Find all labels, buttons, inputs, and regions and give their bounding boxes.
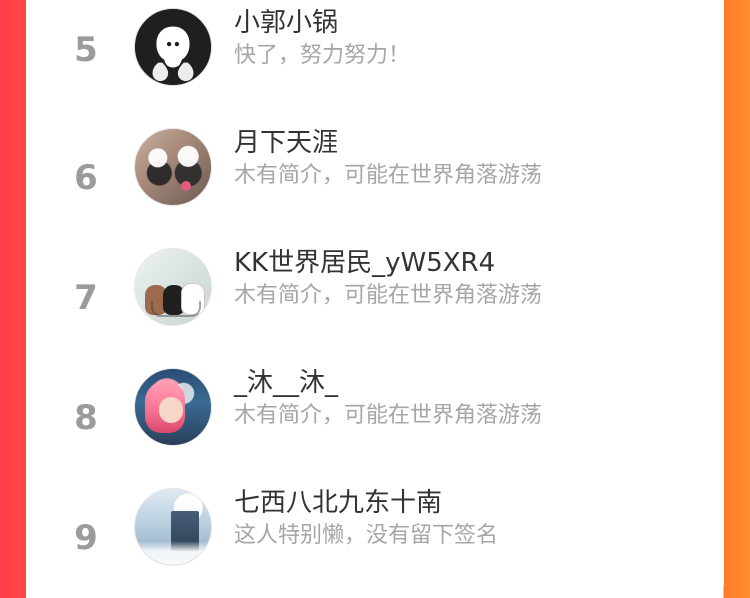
- rank-number: 8: [74, 398, 98, 438]
- user-avatar[interactable]: [134, 488, 212, 566]
- leaderboard-row[interactable]: 6 月下天涯 木有简介，可能在世界角落游荡: [26, 118, 724, 238]
- user-name[interactable]: KK世界居民_yW5XR4: [234, 248, 495, 278]
- user-bio: 快了，努力努力！: [234, 43, 411, 68]
- leaderboard-row[interactable]: 9 七西八北九东十南 这人特别懒，没有留下签名: [26, 478, 724, 598]
- user-name[interactable]: 月下天涯: [234, 128, 338, 158]
- rank-number: 7: [74, 278, 98, 318]
- cart-icon: [151, 301, 201, 317]
- user-name[interactable]: _沐__沐_: [234, 368, 338, 398]
- user-avatar[interactable]: [134, 8, 212, 86]
- user-name[interactable]: 小郭小锅: [234, 8, 338, 38]
- user-avatar[interactable]: [134, 368, 212, 446]
- leaderboard-row[interactable]: 7 KK世界居民_yW5XR4 木有简介，可能在世界角落游荡: [26, 238, 724, 358]
- user-bio: 木有简介，可能在世界角落游荡: [234, 283, 543, 308]
- anime-avatar-icon: [159, 397, 183, 423]
- user-bio: 木有简介，可能在世界角落游荡: [234, 163, 543, 188]
- leaderboard-row[interactable]: 5 小郭小锅 快了，努力努力！: [26, 0, 724, 118]
- user-bio: 这人特别懒，没有留下签名: [234, 523, 499, 548]
- dogs-avatar-icon: [181, 181, 191, 191]
- winter-avatar-icon: [135, 541, 211, 565]
- rank-number: 9: [74, 518, 98, 558]
- rank-number: 6: [74, 158, 98, 198]
- ghost-avatar-icon: [135, 9, 211, 85]
- leaderboard-card: 5 小郭小锅 快了，努力努力！ 6 月下天涯 木有简介，可能在世界角落游荡 7: [26, 0, 724, 585]
- user-bio: 木有简介，可能在世界角落游荡: [234, 403, 543, 428]
- leaderboard-row[interactable]: 8 _沐__沐_ 木有简介，可能在世界角落游荡: [26, 358, 724, 478]
- user-avatar[interactable]: [134, 248, 212, 326]
- rank-number: 5: [74, 30, 98, 70]
- user-avatar[interactable]: [134, 128, 212, 206]
- user-name[interactable]: 七西八北九东十南: [234, 488, 442, 518]
